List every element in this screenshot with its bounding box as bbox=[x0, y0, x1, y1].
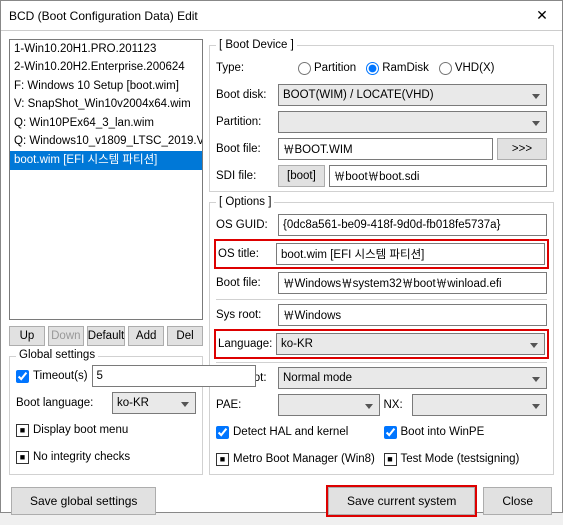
partition-select[interactable] bbox=[278, 111, 547, 133]
ostitle-input[interactable] bbox=[276, 243, 545, 265]
list-item[interactable]: F: Windows 10 Setup [boot.wim] bbox=[10, 77, 202, 96]
safeboot-select[interactable]: Normal mode bbox=[278, 367, 547, 389]
type-vhdx-radio[interactable] bbox=[439, 62, 452, 75]
window-title: BCD (Boot Configuration Data) Edit bbox=[1, 9, 522, 23]
type-partition-radio[interactable] bbox=[298, 62, 311, 75]
list-item[interactable]: Q: Win10PEx64_3_lan.wim bbox=[10, 114, 202, 133]
timeout-input[interactable] bbox=[92, 365, 256, 387]
save-global-button[interactable]: Save global settings bbox=[11, 487, 156, 515]
list-item[interactable]: 1-Win10.20H1.PRO.201123 bbox=[10, 40, 202, 59]
boot-device-group: [ Boot Device ] Type: Partition RamDisk … bbox=[209, 39, 554, 192]
bootfile-browse-button[interactable]: >>> bbox=[497, 138, 547, 160]
close-icon[interactable]: ✕ bbox=[522, 1, 562, 30]
pae-select[interactable] bbox=[278, 394, 380, 416]
boot-language-select[interactable]: ko-KR bbox=[112, 392, 196, 414]
display-boot-menu-checkbox[interactable]: ■ bbox=[16, 424, 29, 437]
default-button[interactable]: Default bbox=[87, 326, 125, 346]
up-button[interactable]: Up bbox=[9, 326, 45, 346]
list-item[interactable]: 2-Win10.20H2.Enterprise.200624 bbox=[10, 59, 202, 78]
options-group: [ Options ] OS GUID: OS title: Boot file… bbox=[209, 196, 554, 475]
nx-select[interactable] bbox=[412, 394, 548, 416]
sdi-boot-button[interactable]: [boot] bbox=[278, 165, 325, 187]
list-item[interactable]: boot.wim [EFI 시스템 파티션] bbox=[10, 151, 202, 170]
boot-entry-list[interactable]: 1-Win10.20H1.PRO.2011232-Win10.20H2.Ente… bbox=[9, 39, 203, 320]
type-ramdisk-radio[interactable] bbox=[366, 62, 379, 75]
detect-hal-checkbox[interactable] bbox=[216, 426, 229, 439]
testmode-checkbox[interactable]: ■ bbox=[384, 453, 397, 466]
del-button[interactable]: Del bbox=[167, 326, 203, 346]
bootfile-input[interactable] bbox=[278, 138, 493, 160]
list-item[interactable]: V: SnapShot_Win10v2004x64.wim bbox=[10, 96, 202, 115]
options-bootfile-input[interactable] bbox=[278, 272, 547, 294]
boot-disk-select[interactable]: BOOT(WIM) / LOCATE(VHD) bbox=[278, 84, 547, 106]
boot-winpe-checkbox[interactable] bbox=[384, 426, 397, 439]
global-settings-group: Global settings Timeout(s) Boot language… bbox=[9, 356, 203, 475]
titlebar: BCD (Boot Configuration Data) Edit ✕ bbox=[1, 1, 562, 31]
sysroot-input[interactable] bbox=[278, 304, 547, 326]
metro-checkbox[interactable]: ■ bbox=[216, 453, 229, 466]
down-button[interactable]: Down bbox=[48, 326, 84, 346]
list-item[interactable]: Q: Windows10_v1809_LTSC_2019.VHD bbox=[10, 133, 202, 152]
sdi-file-input[interactable] bbox=[329, 165, 547, 187]
close-button[interactable]: Close bbox=[483, 487, 552, 515]
no-integrity-checkbox[interactable]: ■ bbox=[16, 451, 29, 464]
add-button[interactable]: Add bbox=[128, 326, 164, 346]
timeout-checkbox[interactable] bbox=[16, 370, 29, 383]
save-current-button[interactable]: Save current system bbox=[328, 487, 475, 515]
language-select[interactable]: ko-KR bbox=[276, 333, 545, 355]
osguid-input[interactable] bbox=[278, 214, 547, 236]
